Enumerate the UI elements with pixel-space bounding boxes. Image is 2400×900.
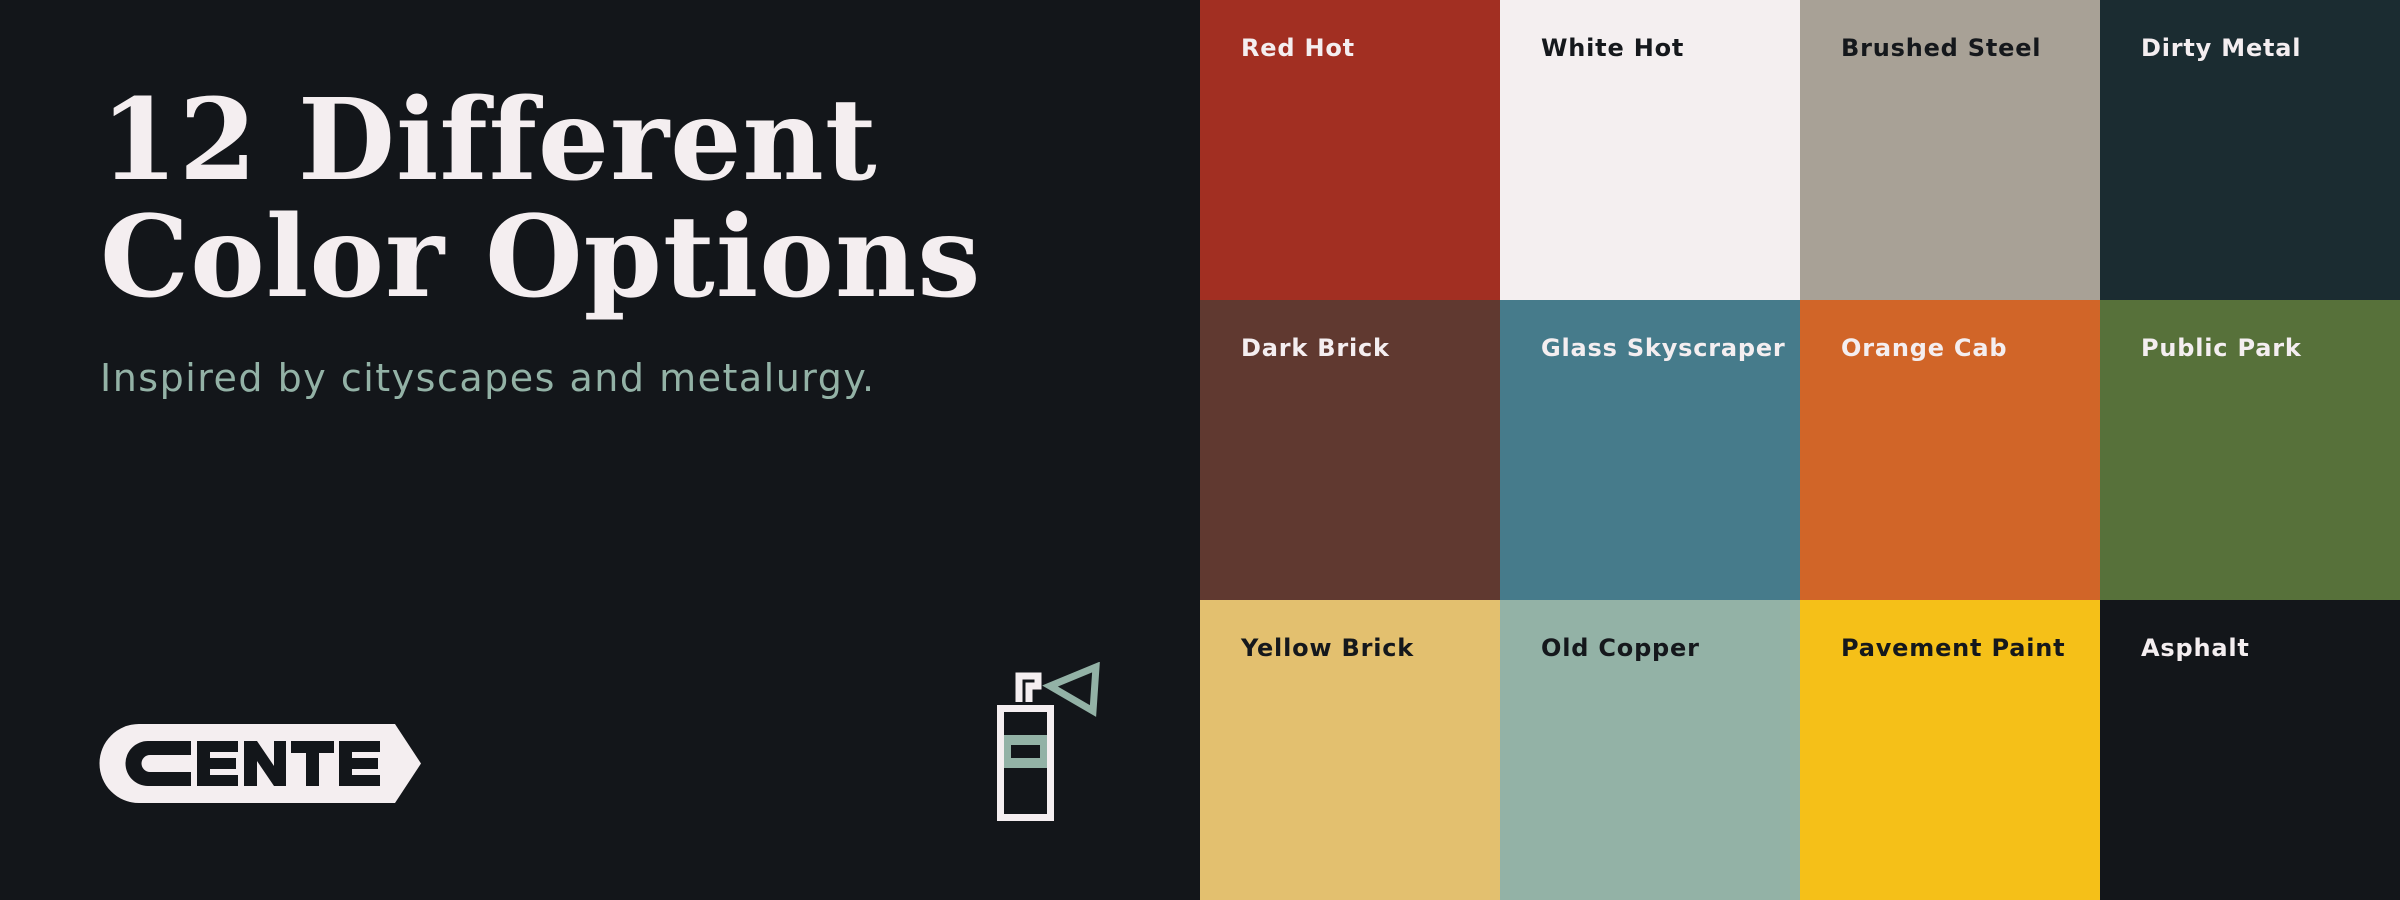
swatch-label: Public Park: [2141, 334, 2302, 362]
cente-logo: [99, 724, 421, 803]
subtitle: Inspired by cityscapes and metalurgy.: [100, 356, 876, 400]
swatch-label: Orange Cab: [1841, 334, 2008, 362]
color-swatch: Dark Brick: [1200, 300, 1500, 600]
swatch-label: Brushed Steel: [1841, 34, 2042, 62]
intro-panel: 12 Different Color Options Inspired by c…: [0, 0, 1200, 900]
swatch-label: Pavement Paint: [1841, 634, 2066, 662]
swatch-label: Yellow Brick: [1241, 634, 1415, 662]
color-swatch: Glass Skyscraper: [1500, 300, 1800, 600]
color-swatch: White Hot: [1500, 0, 1800, 300]
color-swatch: Yellow Brick: [1200, 600, 1500, 900]
swatch-label: Dirty Metal: [2141, 34, 2302, 62]
spray-can-icon: [997, 662, 1100, 821]
color-swatch: Asphalt: [2100, 600, 2400, 900]
swatch-label: Glass Skyscraper: [1541, 334, 1786, 362]
color-swatch: Old Copper: [1500, 600, 1800, 900]
color-swatch: Dirty Metal: [2100, 0, 2400, 300]
swatch-label: White Hot: [1541, 34, 1685, 62]
swatch-label: Old Copper: [1541, 634, 1700, 662]
swatch-label: Dark Brick: [1241, 334, 1390, 362]
color-swatch-grid: Red Hot White Hot Brushed Steel Dirty Metal…: [1200, 0, 2400, 900]
swatch-label: Asphalt: [2141, 634, 2250, 662]
title-line-2: Color Options: [100, 192, 982, 323]
color-swatch: Brushed Steel: [1800, 0, 2100, 300]
color-swatch: Red Hot: [1200, 0, 1500, 300]
color-swatch: Orange Cab: [1800, 300, 2100, 600]
title-line-1: 12 Different: [100, 75, 878, 206]
swatch-label: Red Hot: [1241, 34, 1355, 62]
page-title: 12 Different Color Options: [100, 82, 981, 316]
color-swatch: Pavement Paint: [1800, 600, 2100, 900]
color-options-banner: 12 Different Color Options Inspired by c…: [0, 0, 2400, 900]
color-swatch: Public Park: [2100, 300, 2400, 600]
